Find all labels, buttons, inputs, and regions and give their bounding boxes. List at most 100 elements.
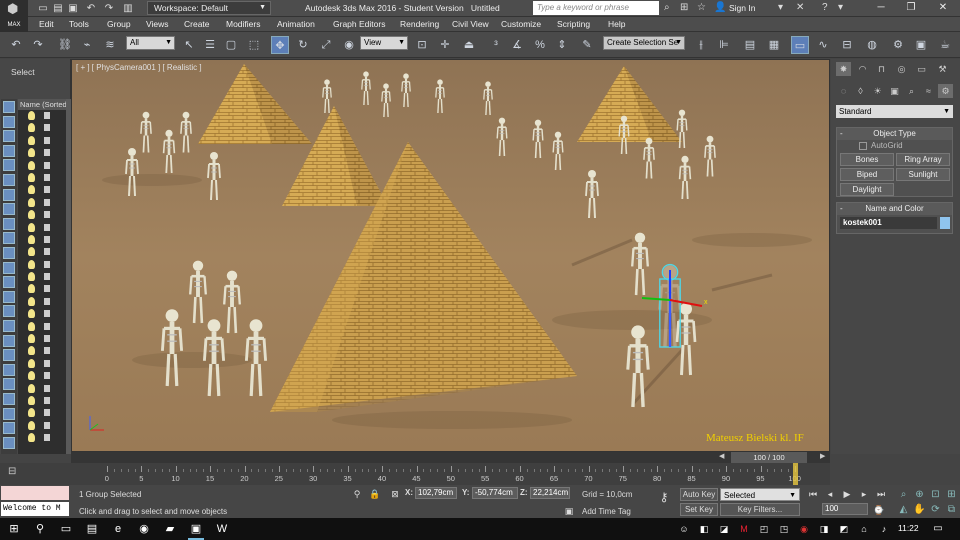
explorer-filter-icon[interactable]: [3, 174, 15, 186]
material-editor-icon[interactable]: ◍: [863, 36, 881, 54]
current-frame-field[interactable]: 100: [822, 503, 868, 515]
light-bulb-icon[interactable]: [28, 321, 35, 331]
select-and-scale-icon[interactable]: ⤢: [317, 36, 335, 54]
helpers-icon[interactable]: ⌕: [904, 84, 919, 98]
perspective-viewport[interactable]: x [ + ] [ PhysCamera001 ] [ Realistic ] …: [71, 59, 830, 452]
tray-icon-b[interactable]: ◪: [716, 521, 732, 537]
visibility-icon[interactable]: [44, 112, 50, 119]
explorer-filter-icon[interactable]: [3, 363, 15, 376]
scene-object-row[interactable]: [18, 160, 66, 172]
open-file-icon[interactable]: ▤: [51, 2, 65, 15]
visibility-icon[interactable]: [44, 198, 50, 206]
rectangular-selection-icon[interactable]: ▢: [222, 36, 240, 54]
orbit-icon[interactable]: ⟳: [928, 503, 943, 516]
light-bulb-icon[interactable]: [28, 383, 35, 393]
geometry-icon[interactable]: ◌: [836, 84, 851, 98]
systems-icon[interactable]: ⚙: [938, 84, 953, 98]
select-and-rotate-icon[interactable]: ↻: [294, 36, 312, 54]
project-folder-icon[interactable]: ▥: [121, 2, 135, 15]
3ds-max-taskbar-icon[interactable]: ▣: [188, 521, 204, 540]
light-bulb-icon[interactable]: [28, 185, 35, 195]
render-setup-icon[interactable]: ⚙: [889, 36, 907, 54]
scene-object-row[interactable]: [18, 333, 66, 345]
explorer-filter-icon[interactable]: [3, 101, 15, 113]
visibility-icon[interactable]: [44, 372, 50, 380]
auto-key-button[interactable]: Auto Key: [680, 488, 718, 501]
scene-object-row[interactable]: [18, 172, 66, 184]
explorer-filter-icon[interactable]: [3, 334, 15, 347]
menu-scripting[interactable]: Scripting: [557, 18, 590, 31]
scene-object-row[interactable]: [18, 383, 66, 395]
edge-browser-icon[interactable]: e: [110, 521, 126, 537]
light-bulb-icon[interactable]: [28, 395, 35, 405]
explorer-filter-icon[interactable]: [3, 290, 15, 303]
scene-object-row[interactable]: [18, 246, 66, 258]
notifications-icon[interactable]: ▭: [930, 521, 946, 537]
save-file-icon[interactable]: ▣: [66, 2, 80, 15]
scene-object-row[interactable]: [18, 370, 66, 382]
next-frame-icon[interactable]: ▸: [857, 488, 871, 500]
explorer-filter-icon[interactable]: [3, 378, 15, 391]
workspace-dropdown[interactable]: Workspace: Default ▼: [147, 1, 271, 15]
explorer-filter-icon[interactable]: [3, 393, 15, 405]
tray-icon-f[interactable]: ◉: [796, 521, 812, 537]
play-icon[interactable]: ▶: [840, 488, 854, 500]
visibility-icon[interactable]: [44, 310, 50, 318]
visibility-icon[interactable]: [44, 396, 50, 404]
explorer-filter-icon[interactable]: [3, 130, 15, 143]
scene-object-row[interactable]: [18, 209, 66, 221]
spinner-snap-icon[interactable]: ⇕: [553, 36, 571, 54]
keyboard-shortcut-override-icon[interactable]: ⏏: [460, 36, 478, 54]
search-input[interactable]: Type a keyword or phrase: [533, 1, 659, 15]
set-key-button[interactable]: Set Key: [680, 503, 718, 516]
chevron-down-icon[interactable]: ▾: [778, 1, 783, 15]
network-icon[interactable]: ⌂: [856, 521, 872, 537]
visibility-icon[interactable]: [44, 322, 50, 330]
render-production-icon[interactable]: ☕: [936, 36, 954, 54]
word-icon[interactable]: W: [214, 521, 230, 537]
key-mode-dropdown[interactable]: Selected ▼: [720, 488, 800, 501]
light-bulb-icon[interactable]: [28, 309, 35, 319]
scene-object-row[interactable]: [18, 358, 66, 370]
rendered-frame-window-icon[interactable]: ▣: [912, 36, 930, 54]
visibility-icon[interactable]: [44, 136, 50, 144]
select-and-move-icon[interactable]: ✥: [271, 36, 289, 54]
menu-customize[interactable]: Customize: [501, 18, 541, 31]
scene-object-row[interactable]: [18, 420, 66, 432]
visibility-icon[interactable]: [44, 273, 50, 281]
track-bar[interactable]: 0510152025303540455055606570758085909510…: [71, 463, 830, 485]
explorer-filter-icon[interactable]: [3, 261, 15, 274]
star-icon[interactable]: ☆: [697, 1, 706, 15]
previous-frame-icon[interactable]: ◂: [823, 488, 837, 500]
scene-object-row[interactable]: [18, 184, 66, 196]
minimize-button[interactable]: ─: [866, 0, 896, 16]
zoom-extents-icon[interactable]: ⊡: [928, 488, 943, 501]
add-time-tag-button[interactable]: Add Time Tag: [582, 507, 631, 516]
scene-object-row[interactable]: [18, 147, 66, 159]
y-coordinate-field[interactable]: -50,774cm: [472, 487, 518, 499]
angle-snap-icon[interactable]: ∡: [508, 36, 526, 54]
tray-icon-d[interactable]: ◰: [756, 521, 772, 537]
bones-button[interactable]: Bones: [840, 153, 894, 166]
undo-icon[interactable]: ↶: [7, 36, 25, 54]
scene-object-row[interactable]: [18, 407, 66, 419]
window-crossing-icon[interactable]: ⬚: [245, 36, 263, 54]
light-bulb-icon[interactable]: [28, 148, 35, 158]
scene-object-row[interactable]: [18, 110, 66, 122]
restore-button[interactable]: ❐: [896, 0, 926, 16]
object-color-swatch[interactable]: [940, 217, 950, 229]
explorer-filter-icon[interactable]: [3, 305, 15, 318]
explorer-filter-icon[interactable]: [3, 247, 15, 259]
subscription-icon[interactable]: ⊞: [680, 1, 688, 15]
menu-create[interactable]: Create: [184, 18, 210, 31]
new-file-icon[interactable]: ▭: [36, 2, 50, 15]
explorer-filter-icon[interactable]: [3, 276, 15, 289]
scene-object-row[interactable]: [18, 197, 66, 209]
close-button[interactable]: ✕: [928, 0, 958, 16]
light-bulb-icon[interactable]: [28, 358, 35, 368]
search-icon[interactable]: ⚲: [32, 521, 48, 537]
light-bulb-icon[interactable]: [28, 247, 35, 257]
key-filters-button[interactable]: Key Filters...: [720, 503, 800, 516]
toggle-ribbon-icon[interactable]: ▭: [791, 36, 809, 54]
explorer-filter-icon[interactable]: [3, 144, 15, 157]
